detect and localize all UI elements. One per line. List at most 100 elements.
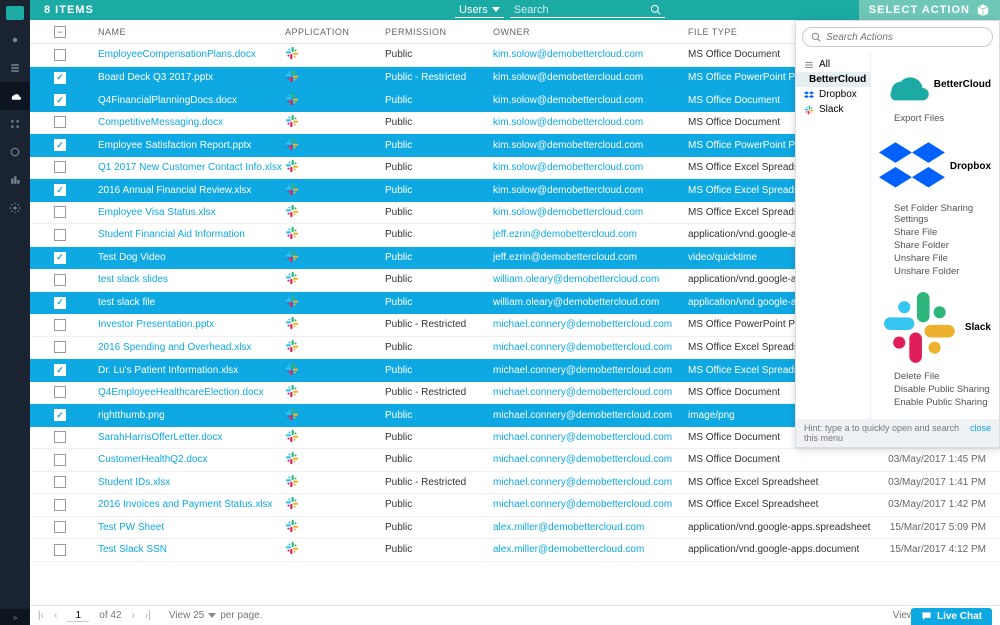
cell-name[interactable]: Test PW Sheet: [90, 522, 285, 533]
service-bettercloud[interactable]: BetterCloud: [796, 72, 870, 87]
cell-name[interactable]: EmployeeCompensationPlans.docx: [90, 49, 285, 60]
row-checkbox[interactable]: ✓: [54, 184, 66, 196]
table-row[interactable]: Test Slack SSNPublicalex.miller@demobett…: [30, 539, 1000, 562]
cell-owner[interactable]: alex.miller@demobettercloud.com: [493, 544, 688, 555]
service-dropbox[interactable]: Dropbox: [796, 87, 870, 102]
row-checkbox[interactable]: ✓: [54, 94, 66, 106]
action-item[interactable]: Export Files: [879, 112, 991, 125]
table-row[interactable]: CustomerHealthQ2.docxPublicmichael.conne…: [30, 449, 1000, 472]
cell-owner[interactable]: kim.solow@demobettercloud.com: [493, 185, 688, 196]
nav-item-5[interactable]: [0, 138, 30, 166]
action-item[interactable]: Unshare Folder: [879, 265, 991, 278]
view-size-select[interactable]: View 25: [169, 610, 204, 621]
search-box[interactable]: [510, 3, 665, 18]
row-checkbox[interactable]: ✓: [54, 297, 66, 309]
col-header-permission[interactable]: PERMISSION: [385, 27, 493, 37]
col-header-application[interactable]: APPLICATION: [285, 27, 385, 37]
row-checkbox[interactable]: [54, 499, 66, 511]
nav-item-gear[interactable]: [0, 194, 30, 222]
cell-name[interactable]: CustomerHealthQ2.docx: [90, 454, 285, 465]
action-item[interactable]: Disable Public Sharing: [879, 383, 991, 396]
nav-item-6[interactable]: [0, 166, 30, 194]
cell-name[interactable]: 2016 Spending and Overhead.xlsx: [90, 342, 285, 353]
search-input[interactable]: [514, 4, 644, 16]
service-all[interactable]: All: [796, 57, 870, 72]
cell-owner[interactable]: kim.solow@demobettercloud.com: [493, 162, 688, 173]
row-checkbox[interactable]: [54, 206, 66, 218]
action-item[interactable]: Delete File: [879, 370, 991, 383]
cell-name[interactable]: Employee Satisfaction Report.pptx: [90, 140, 285, 151]
cell-name[interactable]: 2016 Annual Financial Review.xlsx: [90, 185, 285, 196]
cell-owner[interactable]: kim.solow@demobettercloud.com: [493, 95, 688, 106]
row-checkbox[interactable]: ✓: [54, 72, 66, 84]
cell-name[interactable]: 2016 Invoices and Payment Status.xlsx: [90, 499, 285, 510]
row-checkbox[interactable]: [54, 161, 66, 173]
table-row[interactable]: Student IDs.xlsxPublic - Restrictedmicha…: [30, 472, 1000, 495]
cell-owner[interactable]: kim.solow@demobettercloud.com: [493, 72, 688, 83]
action-item[interactable]: Enable Public Sharing: [879, 396, 991, 409]
table-row[interactable]: 2016 Invoices and Payment Status.xlsxPub…: [30, 494, 1000, 517]
page-input[interactable]: [67, 610, 89, 622]
row-checkbox[interactable]: [54, 49, 66, 61]
service-slack[interactable]: Slack: [796, 102, 870, 117]
row-checkbox[interactable]: [54, 431, 66, 443]
cell-owner[interactable]: kim.solow@demobettercloud.com: [493, 207, 688, 218]
cell-name[interactable]: Test Slack SSN: [90, 544, 285, 555]
row-checkbox[interactable]: [54, 521, 66, 533]
nav-item-cloud[interactable]: [0, 82, 30, 110]
page-first[interactable]: |‹: [38, 610, 44, 621]
row-checkbox[interactable]: [54, 544, 66, 556]
page-next[interactable]: ›: [132, 610, 135, 621]
row-checkbox[interactable]: [54, 319, 66, 331]
cell-name[interactable]: Employee Visa Status.xlsx: [90, 207, 285, 218]
cell-name[interactable]: Student IDs.xlsx: [90, 477, 285, 488]
nav-item-2[interactable]: [0, 54, 30, 82]
row-checkbox[interactable]: [54, 274, 66, 286]
expand-sidebar-button[interactable]: »: [0, 609, 30, 625]
cell-name[interactable]: rightthumb.png: [90, 410, 285, 421]
cell-owner[interactable]: alex.miller@demobettercloud.com: [493, 522, 688, 533]
filter-select[interactable]: Users: [455, 3, 504, 18]
page-last[interactable]: ›|: [145, 610, 151, 621]
action-item[interactable]: Set Folder Sharing Settings: [879, 202, 991, 226]
cell-owner[interactable]: william.oleary@demobettercloud.com: [493, 274, 688, 285]
cell-name[interactable]: Student Financial Aid Information: [90, 229, 285, 240]
cell-name[interactable]: Q4EmployeeHealthcareElection.docx: [90, 387, 285, 398]
nav-item-4[interactable]: [0, 110, 30, 138]
row-checkbox[interactable]: [54, 116, 66, 128]
action-item[interactable]: Share Folder: [879, 239, 991, 252]
cell-name[interactable]: Investor Presentation.pptx: [90, 319, 285, 330]
cell-owner[interactable]: michael.connery@demobettercloud.com: [493, 365, 688, 376]
row-checkbox[interactable]: ✓: [54, 252, 66, 264]
live-chat-button[interactable]: Live Chat: [911, 608, 992, 625]
cell-name[interactable]: Test Dog Video: [90, 252, 285, 263]
cell-owner[interactable]: michael.connery@demobettercloud.com: [493, 319, 688, 330]
row-checkbox[interactable]: [54, 454, 66, 466]
row-checkbox[interactable]: ✓: [54, 409, 66, 421]
row-checkbox[interactable]: [54, 476, 66, 488]
cell-name[interactable]: CompetitiveMessaging.docx: [90, 117, 285, 128]
cell-name[interactable]: Board Deck Q3 2017.pptx: [90, 72, 285, 83]
table-row[interactable]: Test PW SheetPublicalex.miller@demobette…: [30, 517, 1000, 540]
action-item[interactable]: Unshare File: [879, 252, 991, 265]
select-action-button[interactable]: SELECT ACTION: [859, 0, 1000, 20]
action-item[interactable]: Share File: [879, 226, 991, 239]
row-checkbox[interactable]: [54, 341, 66, 353]
cell-name[interactable]: Q4FinancialPlanningDocs.docx: [90, 95, 285, 106]
row-checkbox[interactable]: ✓: [54, 364, 66, 376]
cell-owner[interactable]: michael.connery@demobettercloud.com: [493, 387, 688, 398]
cell-owner[interactable]: kim.solow@demobettercloud.com: [493, 117, 688, 128]
row-checkbox[interactable]: [54, 229, 66, 241]
cell-owner[interactable]: michael.connery@demobettercloud.com: [493, 454, 688, 465]
col-header-name[interactable]: NAME: [90, 27, 285, 37]
row-checkbox[interactable]: [54, 386, 66, 398]
cell-name[interactable]: Dr. Lu's Patient Information.xlsx: [90, 365, 285, 376]
search-actions-box[interactable]: [802, 27, 993, 47]
cell-owner[interactable]: jeff.ezrin@demobettercloud.com: [493, 229, 688, 240]
cell-owner[interactable]: michael.connery@demobettercloud.com: [493, 477, 688, 488]
search-actions-input[interactable]: [826, 32, 984, 43]
cell-owner[interactable]: michael.connery@demobettercloud.com: [493, 432, 688, 443]
cell-name[interactable]: test slack slides: [90, 274, 285, 285]
col-header-owner[interactable]: OWNER: [493, 27, 688, 37]
row-checkbox[interactable]: ✓: [54, 139, 66, 151]
